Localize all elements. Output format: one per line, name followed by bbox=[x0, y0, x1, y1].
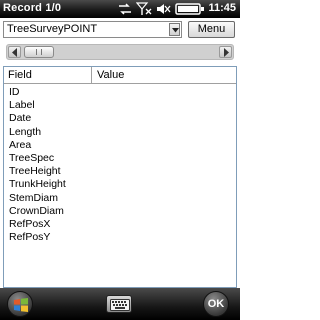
status-icons[interactable] bbox=[117, 2, 209, 16]
chevron-right-icon bbox=[224, 48, 229, 57]
grid-header: Field Value bbox=[4, 67, 236, 84]
start-button[interactable] bbox=[7, 291, 33, 317]
menu-button[interactable]: Menu bbox=[188, 21, 235, 38]
keyboard-button[interactable] bbox=[106, 295, 132, 313]
table-row[interactable]: Length bbox=[4, 126, 236, 139]
scroll-left-button[interactable] bbox=[8, 46, 21, 58]
softkey-bar: OK bbox=[0, 288, 240, 320]
table-row[interactable]: RefPosX bbox=[4, 218, 236, 231]
window-title: Record 1/0 bbox=[3, 2, 62, 14]
table-row[interactable]: CrownDiam bbox=[4, 205, 236, 218]
chevron-left-icon bbox=[12, 48, 17, 57]
table-row[interactable]: TreeSpec bbox=[4, 152, 236, 165]
speaker-muted-icon bbox=[157, 4, 171, 14]
table-row[interactable]: StemDiam bbox=[4, 192, 236, 205]
layer-select-value: TreeSurveyPOINT bbox=[7, 23, 98, 35]
grid-rows: ID Label Date Length Area TreeSpec TreeH… bbox=[4, 86, 236, 244]
toolbar: TreeSurveyPOINT Menu bbox=[0, 18, 240, 42]
sync-arrows-icon bbox=[119, 3, 131, 15]
clock[interactable]: 11:45 bbox=[208, 2, 236, 14]
table-row[interactable]: Date bbox=[4, 112, 236, 125]
column-header-field[interactable]: Field bbox=[4, 67, 92, 83]
battery-icon bbox=[175, 3, 204, 15]
scroll-thumb[interactable] bbox=[24, 46, 54, 58]
grip-icon bbox=[36, 49, 42, 55]
table-row[interactable]: Label bbox=[4, 99, 236, 112]
windows-start-icon bbox=[14, 298, 28, 312]
table-row[interactable]: TreeHeight bbox=[4, 165, 236, 178]
horizontal-scrollbar[interactable] bbox=[6, 44, 234, 60]
attribute-grid[interactable]: Field Value ID Label Date Length Area Tr… bbox=[3, 66, 237, 288]
title-bar: Record 1/0 11:45 bbox=[0, 0, 240, 18]
signal-strength-icon bbox=[136, 2, 152, 15]
ok-button[interactable]: OK bbox=[203, 291, 229, 317]
layer-select[interactable]: TreeSurveyPOINT bbox=[3, 21, 182, 38]
chevron-down-icon bbox=[172, 28, 179, 33]
table-row[interactable]: Area bbox=[4, 139, 236, 152]
column-header-value[interactable]: Value bbox=[93, 67, 236, 83]
dropdown-arrow-button[interactable] bbox=[169, 23, 180, 36]
scroll-right-button[interactable] bbox=[219, 46, 232, 58]
table-row[interactable]: TrunkHeight bbox=[4, 178, 236, 191]
table-row[interactable]: RefPosY bbox=[4, 231, 236, 244]
table-row[interactable]: ID bbox=[4, 86, 236, 99]
keyboard-icon bbox=[110, 299, 130, 311]
